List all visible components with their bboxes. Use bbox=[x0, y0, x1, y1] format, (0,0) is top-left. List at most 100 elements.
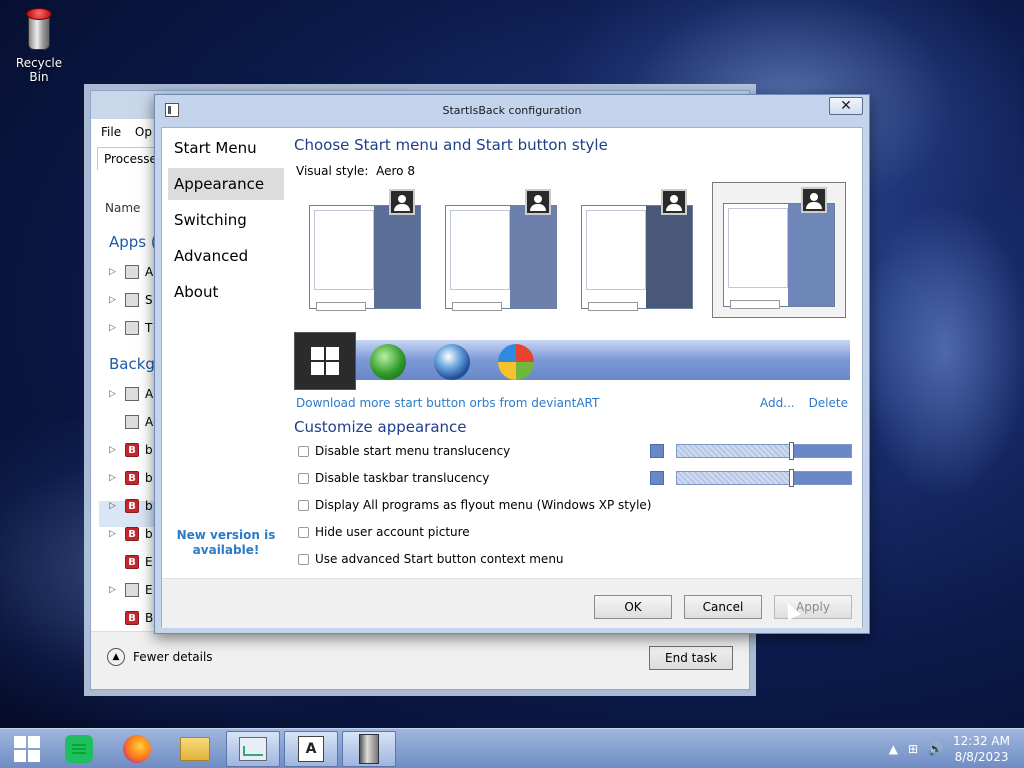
taskbar-adobe-app[interactable]: A bbox=[284, 731, 338, 767]
task-manager-menubar: File Op bbox=[101, 125, 162, 139]
table-row[interactable]: BE bbox=[109, 551, 153, 573]
network-icon[interactable]: ⊞ bbox=[908, 742, 918, 756]
table-row[interactable]: BB bbox=[109, 607, 153, 629]
cancel-button[interactable]: Cancel bbox=[684, 595, 762, 619]
taskbar-opacity-slider[interactable] bbox=[676, 469, 852, 487]
clock[interactable]: 12:32 AM 8/8/2023 bbox=[953, 733, 1010, 765]
dialog-body: Start Menu Appearance Switching Advanced… bbox=[161, 127, 863, 628]
task-manager-footer: ▲ Fewer details End task bbox=[91, 631, 749, 689]
windows-logo-icon bbox=[14, 736, 40, 762]
table-row[interactable]: ▷ T bbox=[109, 317, 152, 339]
table-row[interactable]: ▷ Bb bbox=[109, 523, 153, 545]
table-row[interactable]: ▷ E bbox=[109, 579, 153, 601]
windows7-orb-icon[interactable] bbox=[498, 344, 534, 380]
download-orbs-link[interactable]: Download more start button orbs from dev… bbox=[296, 396, 599, 410]
style-thumbnail-selected[interactable] bbox=[712, 182, 846, 318]
windows-logo-icon bbox=[311, 347, 339, 375]
table-row[interactable]: A bbox=[109, 411, 153, 433]
user-picture-icon bbox=[801, 187, 827, 213]
bitdefender-icon: B bbox=[125, 611, 139, 625]
option-disable-start-menu-translucency[interactable]: Disable start menu translucency bbox=[298, 442, 510, 460]
visual-style-label: Visual style: bbox=[296, 164, 369, 178]
menu-file[interactable]: File bbox=[101, 125, 121, 139]
heading-style: Choose Start menu and Start button style bbox=[294, 136, 608, 154]
user-picture-icon bbox=[389, 189, 415, 215]
end-task-button[interactable]: End task bbox=[649, 646, 733, 670]
start-menu-opacity-slider[interactable] bbox=[676, 442, 852, 460]
taskbar-color-swatch[interactable] bbox=[650, 471, 664, 485]
taskbar-startisback-config[interactable] bbox=[342, 731, 396, 767]
option-label: Use advanced Start button context menu bbox=[315, 552, 564, 566]
option-disable-taskbar-translucency[interactable]: Disable taskbar translucency bbox=[298, 469, 489, 487]
delete-orb-link[interactable]: Delete bbox=[809, 396, 848, 410]
slider-thumb[interactable] bbox=[789, 442, 794, 460]
option-label: Display All programs as flyout menu (Win… bbox=[315, 498, 652, 512]
option-label: Hide user account picture bbox=[315, 525, 470, 539]
chevron-up-icon: ▲ bbox=[107, 648, 125, 666]
firefox-icon bbox=[123, 735, 151, 763]
taskbar-spreadsheet-app[interactable] bbox=[52, 731, 106, 767]
settings-nav: Start Menu Appearance Switching Advanced… bbox=[162, 128, 288, 578]
startisback-icon bbox=[359, 734, 379, 764]
start-button[interactable] bbox=[0, 731, 54, 767]
app-icon bbox=[125, 321, 139, 335]
option-flyout-all-programs[interactable]: Display All programs as flyout menu (Win… bbox=[298, 496, 651, 514]
checkbox[interactable] bbox=[298, 445, 309, 457]
table-row[interactable]: ▷ Bb bbox=[109, 439, 153, 461]
spreadsheet-icon bbox=[65, 735, 93, 763]
clock-date: 8/8/2023 bbox=[954, 750, 1009, 764]
start-orb-windows8[interactable] bbox=[294, 332, 356, 390]
option-hide-user-picture[interactable]: Hide user account picture bbox=[298, 523, 470, 541]
menu-options[interactable]: Op bbox=[135, 125, 152, 139]
nav-appearance[interactable]: Appearance bbox=[168, 168, 284, 200]
system-tray: ▲ ⊞ 🔊 12:32 AM 8/8/2023 bbox=[889, 733, 1010, 765]
user-picture-icon bbox=[661, 189, 687, 215]
visual-style-value: Aero 8 bbox=[376, 164, 415, 178]
checkbox[interactable] bbox=[298, 526, 309, 538]
option-advanced-context-menu[interactable]: Use advanced Start button context menu bbox=[298, 550, 564, 568]
chevron-up-icon[interactable]: ▲ bbox=[889, 742, 898, 756]
clover-orb-icon[interactable] bbox=[370, 344, 406, 380]
group-apps: Apps ( bbox=[109, 233, 157, 251]
taskbar-firefox[interactable] bbox=[110, 731, 164, 767]
taskbar-resource-monitor[interactable] bbox=[226, 731, 280, 767]
checkbox[interactable] bbox=[298, 472, 309, 484]
appearance-panel: Choose Start menu and Start button style… bbox=[292, 128, 862, 578]
fewer-details-button[interactable]: ▲ Fewer details bbox=[107, 648, 213, 666]
table-row[interactable]: ▷ A bbox=[109, 383, 153, 405]
startisback-dialog[interactable]: StartIsBack configuration ✕ Start Menu A… bbox=[154, 94, 870, 634]
table-row[interactable]: ▷ A bbox=[109, 261, 153, 283]
taskbar-file-explorer[interactable] bbox=[168, 731, 222, 767]
style-thumbnail[interactable] bbox=[304, 189, 424, 311]
volume-icon[interactable]: 🔊 bbox=[928, 742, 943, 756]
table-row[interactable]: ▷ Bb bbox=[109, 467, 153, 489]
style-thumbnail[interactable] bbox=[440, 189, 560, 311]
table-row[interactable]: ▷ Bb bbox=[109, 495, 153, 517]
adobe-icon: A bbox=[298, 736, 324, 762]
nav-start-menu[interactable]: Start Menu bbox=[168, 132, 284, 164]
option-label: Disable start menu translucency bbox=[315, 444, 511, 458]
slider-thumb[interactable] bbox=[789, 469, 794, 487]
bitdefender-icon: B bbox=[125, 499, 139, 513]
checkbox[interactable] bbox=[298, 553, 309, 565]
new-version-link[interactable]: New version is available! bbox=[172, 528, 280, 558]
clock-time: 12:32 AM bbox=[953, 734, 1010, 748]
windows-orb-icon[interactable] bbox=[434, 344, 470, 380]
nav-advanced[interactable]: Advanced bbox=[168, 240, 284, 272]
nav-about[interactable]: About bbox=[168, 276, 284, 308]
nav-switching[interactable]: Switching bbox=[168, 204, 284, 236]
recycle-bin-desktop-icon[interactable]: Recycle Bin bbox=[8, 6, 70, 84]
orb-actions: Add... Delete bbox=[750, 396, 848, 410]
recycle-bin-label: Recycle Bin bbox=[15, 56, 63, 84]
bitdefender-icon: B bbox=[125, 555, 139, 569]
close-button[interactable]: ✕ bbox=[829, 97, 863, 115]
ok-button[interactable]: OK bbox=[594, 595, 672, 619]
column-header-name[interactable]: Name bbox=[105, 201, 140, 215]
checkbox[interactable] bbox=[298, 499, 309, 511]
dialog-button-bar: OK Cancel Apply bbox=[162, 578, 862, 628]
style-thumbnail[interactable] bbox=[576, 189, 696, 311]
start-orb-strip bbox=[294, 332, 850, 390]
table-row[interactable]: ▷ S bbox=[109, 289, 153, 311]
start-menu-color-swatch[interactable] bbox=[650, 444, 664, 458]
add-orb-link[interactable]: Add... bbox=[760, 396, 795, 410]
